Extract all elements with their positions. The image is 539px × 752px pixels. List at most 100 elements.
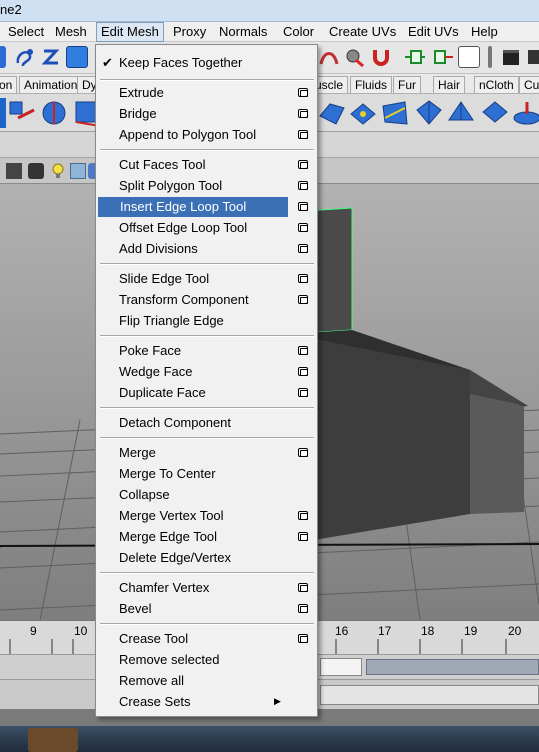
menu-remove-selected[interactable]: Remove selected <box>97 650 316 670</box>
menu-create-uvs[interactable]: Create UVs <box>325 23 400 41</box>
frame-label: 20 <box>508 624 522 638</box>
merge-edge-option-box-icon[interactable] <box>298 532 308 541</box>
snap-curve-icon[interactable] <box>318 46 340 68</box>
menu-select[interactable]: Select <box>4 23 48 41</box>
menu-separator <box>100 149 314 151</box>
wedge-icon[interactable] <box>480 98 510 128</box>
transform-component-option-box-icon[interactable] <box>298 295 308 304</box>
range-end-field[interactable] <box>320 658 362 676</box>
split-poly-icon[interactable] <box>414 98 444 128</box>
menu-color[interactable]: Color <box>279 23 318 41</box>
menu-normals[interactable]: Normals <box>215 23 271 41</box>
output-ops-icon[interactable] <box>432 46 454 68</box>
bridge-icon[interactable] <box>348 98 378 128</box>
menu-remove-all[interactable]: Remove all <box>97 671 316 691</box>
menu-merge-to-center[interactable]: Merge To Center <box>97 464 316 484</box>
menu-separator <box>100 79 314 81</box>
render-clapper-icon[interactable] <box>500 46 522 68</box>
menu-edit-uvs[interactable]: Edit UVs <box>404 23 463 41</box>
polygon-object[interactable] <box>289 207 528 544</box>
crease-tool-option-box-icon[interactable] <box>298 634 308 643</box>
ipr-render-icon[interactable] <box>526 46 539 68</box>
shelf-edge-icon[interactable] <box>0 98 6 128</box>
menu-split-polygon-tool[interactable]: Split Polygon Tool <box>97 176 316 196</box>
shelf-tab-ncloth[interactable]: nCloth <box>474 76 519 93</box>
menu-merge-vertex-tool[interactable]: Merge Vertex Tool <box>97 506 316 526</box>
menu-detach-component[interactable]: Detach Component <box>97 413 316 433</box>
shelf-tab-polygon[interactable]: on <box>0 76 18 93</box>
append-polygon-option-box-icon[interactable] <box>298 130 308 139</box>
menu-keep-faces-together[interactable]: ✔ Keep Faces Together <box>97 53 316 73</box>
menu-mesh[interactable]: Mesh <box>51 23 91 41</box>
shelf-tab-animation[interactable]: Animation <box>19 76 83 93</box>
add-divisions-option-box-icon[interactable] <box>298 244 308 253</box>
wedge-face-option-box-icon[interactable] <box>298 367 308 376</box>
menu-crease-tool[interactable]: Crease Tool <box>97 629 316 649</box>
light-bulb-icon[interactable] <box>50 163 66 179</box>
menu-edit-mesh[interactable]: Edit Mesh <box>96 22 164 42</box>
menu-flip-triangle-edge[interactable]: Flip Triangle Edge <box>97 311 316 331</box>
menu-slide-edge-tool[interactable]: Slide Edge Tool <box>97 269 316 289</box>
menu-append-to-polygon-tool[interactable]: Append to Polygon Tool <box>97 125 316 145</box>
menu-add-divisions[interactable]: Add Divisions <box>97 239 316 259</box>
bevel-icon[interactable] <box>380 98 410 128</box>
offset-edge-loop-option-box-icon[interactable] <box>298 223 308 232</box>
menu-wedge-face[interactable]: Wedge Face <box>97 362 316 382</box>
combine-icon[interactable] <box>8 98 38 128</box>
chamfer-vertex-option-box-icon[interactable] <box>298 583 308 592</box>
construction-history-icon[interactable] <box>458 46 480 68</box>
menu-collapse[interactable]: Collapse <box>97 485 316 505</box>
frame-label: 10 <box>74 624 88 638</box>
insert-edge-loop-option-box-icon[interactable] <box>298 202 308 211</box>
command-result-field[interactable] <box>320 685 539 705</box>
submenu-arrow-icon: ▶ <box>274 696 281 706</box>
menu-chamfer-vertex[interactable]: Chamfer Vertex <box>97 578 316 598</box>
toolbar-divider <box>488 46 492 68</box>
plus-icon[interactable] <box>0 46 6 68</box>
bridge-option-box-icon[interactable] <box>298 109 308 118</box>
extrude-option-box-icon[interactable] <box>298 88 308 97</box>
slide-edge-option-box-icon[interactable] <box>298 274 308 283</box>
merge-vertex-option-box-icon[interactable] <box>298 511 308 520</box>
range-slider-bar[interactable] <box>366 659 539 675</box>
menu-extrude[interactable]: Extrude <box>97 83 316 103</box>
cut-faces-option-box-icon[interactable] <box>298 160 308 169</box>
menu-help[interactable]: Help <box>467 23 502 41</box>
taskbar-app-icon[interactable] <box>28 728 78 752</box>
menu-bevel[interactable]: Bevel <box>97 599 316 619</box>
texture-icon[interactable] <box>70 163 86 179</box>
sphere-split-icon[interactable] <box>40 98 70 128</box>
input-ops-icon[interactable] <box>404 46 426 68</box>
shelf-tab-hair[interactable]: Hair <box>433 76 466 93</box>
menu-proxy[interactable]: Proxy <box>169 23 210 41</box>
menu-bridge[interactable]: Bridge <box>97 104 316 124</box>
menu-offset-edge-loop-tool[interactable]: Offset Edge Loop Tool <box>97 218 316 238</box>
menu-delete-edge-vertex[interactable]: Delete Edge/Vertex <box>97 548 316 568</box>
menu-merge-edge-tool[interactable]: Merge Edge Tool <box>97 527 316 547</box>
lasso-icon[interactable] <box>14 46 36 68</box>
split-polygon-option-box-icon[interactable] <box>298 181 308 190</box>
menu-insert-edge-loop-tool[interactable]: Insert Edge Loop Tool <box>98 197 288 217</box>
magnet-icon[interactable] <box>370 46 392 68</box>
paint-select-icon[interactable] <box>40 46 62 68</box>
wireframe-icon[interactable] <box>6 163 22 179</box>
shelf-tab-fur[interactable]: Fur <box>393 76 421 93</box>
select-by-component-icon[interactable] <box>66 46 88 68</box>
menu-poke-face[interactable]: Poke Face <box>97 341 316 361</box>
bevel-option-box-icon[interactable] <box>298 604 308 613</box>
poke-icon[interactable] <box>446 98 476 128</box>
smooth-shade-icon[interactable] <box>28 163 44 179</box>
merge-option-box-icon[interactable] <box>298 448 308 457</box>
extrude-face-icon[interactable] <box>316 98 346 128</box>
shelf-tab-custom[interactable]: Cus <box>519 76 539 93</box>
poke-face-option-box-icon[interactable] <box>298 346 308 355</box>
menu-crease-sets[interactable]: Crease Sets <box>97 692 316 712</box>
snap-point-icon[interactable] <box>344 46 366 68</box>
menu-transform-component[interactable]: Transform Component <box>97 290 316 310</box>
shelf-tab-fluids[interactable]: Fluids <box>350 76 393 93</box>
menu-cut-faces-tool[interactable]: Cut Faces Tool <box>97 155 316 175</box>
duplicate-face-option-box-icon[interactable] <box>298 388 308 397</box>
menu-merge[interactable]: Merge <box>97 443 316 463</box>
menu-duplicate-face[interactable]: Duplicate Face <box>97 383 316 403</box>
sculpt-icon[interactable] <box>512 98 539 128</box>
